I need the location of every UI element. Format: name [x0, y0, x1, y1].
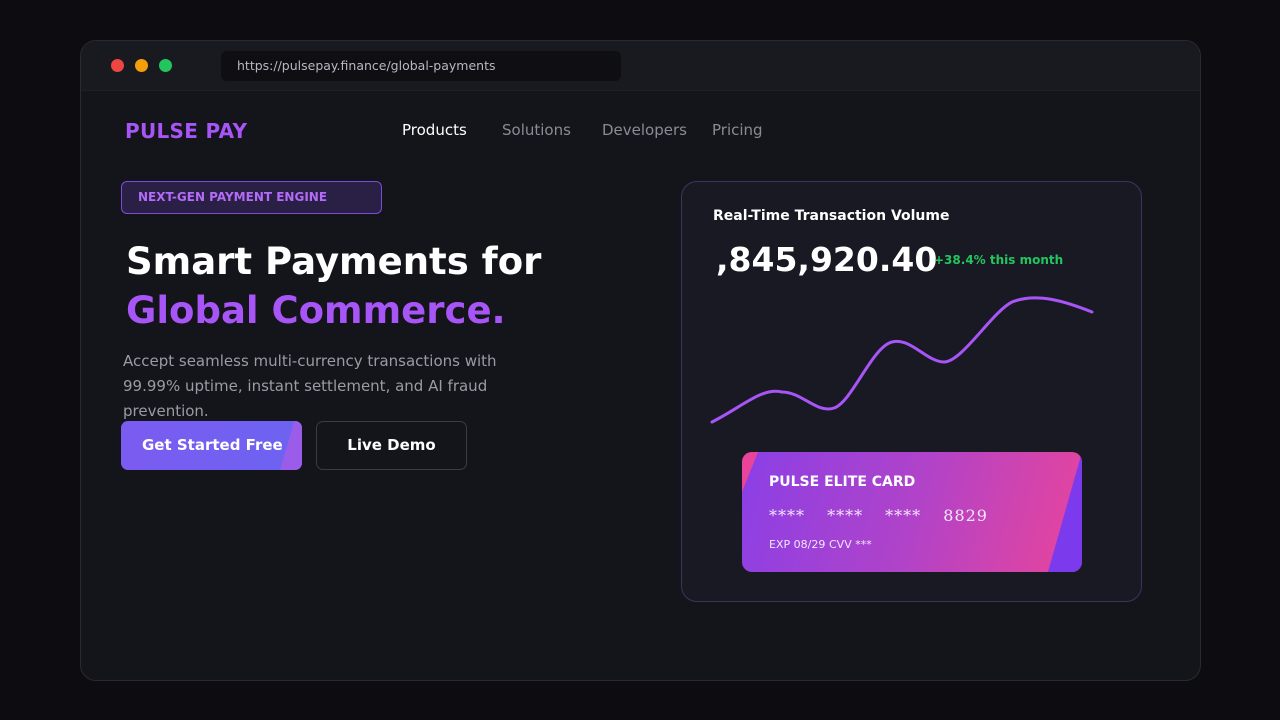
card-corner-accent	[742, 452, 758, 492]
card-title: PULSE ELITE CARD	[769, 474, 916, 490]
hero-headline: Smart Payments for	[126, 240, 542, 283]
hero-badge: NEXT-GEN PAYMENT ENGINE	[121, 181, 382, 214]
browser-window: https://pulsepay.finance/global-payments…	[80, 40, 1201, 681]
nav-products[interactable]: Products	[402, 121, 467, 139]
transaction-volume-value: ,845,920.40	[716, 240, 938, 279]
live-demo-button[interactable]: Live Demo	[316, 421, 467, 470]
minimize-window-button[interactable]	[135, 59, 148, 72]
pulse-elite-card: PULSE ELITE CARD **** **** **** 8829 EXP…	[742, 452, 1082, 572]
transaction-volume-panel: Real-Time Transaction Volume ,845,920.40…	[681, 181, 1142, 602]
nav-pricing[interactable]: Pricing	[712, 121, 763, 139]
maximize-window-button[interactable]	[159, 59, 172, 72]
card-edge-accent	[1048, 452, 1082, 572]
nav-developers[interactable]: Developers	[602, 121, 687, 139]
address-bar[interactable]: https://pulsepay.finance/global-payments	[221, 51, 621, 81]
button-accent-stripe	[280, 421, 302, 470]
volume-trend-line	[710, 296, 1094, 424]
hero-headline-accent: Global Commerce.	[126, 289, 506, 332]
card-expiry: EXP 08/29	[769, 538, 826, 551]
panel-title: Real-Time Transaction Volume	[713, 208, 950, 224]
get-started-label: Get Started Free	[142, 436, 283, 454]
close-window-button[interactable]	[111, 59, 124, 72]
hero-subtext: Accept seamless multi-currency transacti…	[123, 352, 497, 420]
volume-change-badge: +38.4% this month	[934, 253, 1064, 267]
card-cvv: CVV ***	[829, 538, 872, 551]
nav-solutions[interactable]: Solutions	[502, 121, 571, 139]
browser-titlebar: https://pulsepay.finance/global-payments	[81, 41, 1200, 91]
card-number: **** **** **** 8829	[769, 506, 988, 525]
logo[interactable]: PULSE PAY	[125, 119, 247, 143]
get-started-button[interactable]: Get Started Free	[121, 421, 302, 470]
